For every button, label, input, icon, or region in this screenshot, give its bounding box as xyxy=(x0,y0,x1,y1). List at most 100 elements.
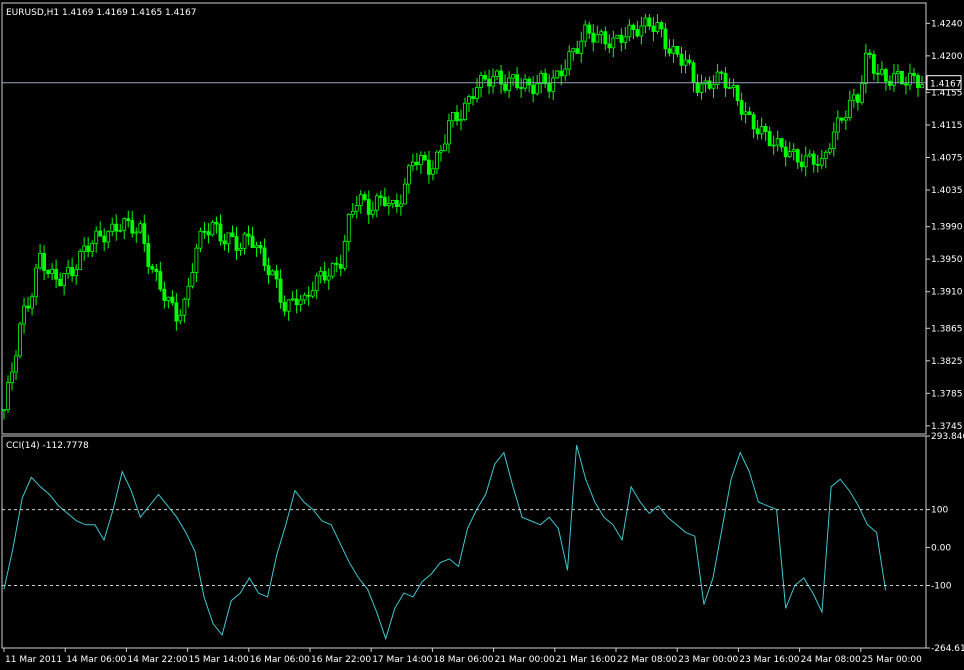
candle-body xyxy=(447,120,451,145)
candle-body xyxy=(210,221,215,236)
candle-body xyxy=(170,296,175,304)
candle-body xyxy=(394,199,399,207)
candle-body xyxy=(839,117,844,121)
candle-body xyxy=(435,151,439,170)
price-tick-label: 1.3910 xyxy=(931,288,963,298)
cci-tick-label: 100 xyxy=(931,506,948,516)
candle-body xyxy=(70,266,75,277)
cci-tick-label: -264.618 xyxy=(931,644,964,654)
candle-body xyxy=(286,299,291,312)
candle-body xyxy=(751,114,756,130)
candle-body xyxy=(775,138,780,146)
candle-body xyxy=(499,70,503,85)
candle-body xyxy=(62,273,67,287)
candle-body xyxy=(382,196,387,206)
candle-body xyxy=(559,70,564,77)
candle-body xyxy=(763,126,768,132)
candle-body xyxy=(390,199,395,204)
candle-body xyxy=(691,62,696,83)
chart-svg[interactable]: 1.42401.42001.41551.41151.40751.40351.39… xyxy=(0,0,964,666)
candle-body xyxy=(711,84,716,89)
candle-body xyxy=(338,264,343,269)
candle-body xyxy=(378,195,383,198)
candle-body xyxy=(114,223,119,232)
candle-body xyxy=(687,59,692,64)
candle-body xyxy=(475,87,479,99)
candle-body xyxy=(342,241,347,269)
candle-body xyxy=(146,243,151,267)
candle-body xyxy=(78,250,83,270)
candle-body xyxy=(527,78,532,86)
candle-body xyxy=(106,230,111,243)
candle-body xyxy=(575,48,580,54)
candle-body xyxy=(346,213,351,242)
candle-body xyxy=(723,72,728,89)
time-tick-label: 24 Mar 08:00 xyxy=(801,655,861,665)
candle-body xyxy=(358,194,363,206)
candle-body xyxy=(567,51,572,70)
candle-body xyxy=(880,69,884,75)
candle-body xyxy=(739,100,744,115)
price-tick-label: 1.4075 xyxy=(931,154,963,164)
time-tick-label: 25 Mar 00:00 xyxy=(862,655,922,665)
candle-body xyxy=(230,232,235,237)
candle-body xyxy=(222,240,227,245)
candle-body xyxy=(539,72,544,85)
candle-body xyxy=(603,31,608,45)
candle-body xyxy=(310,290,315,297)
candle-body xyxy=(719,71,724,74)
candle-body xyxy=(86,245,91,252)
candle-body xyxy=(855,94,860,103)
candle-body xyxy=(791,149,796,153)
candle-body xyxy=(900,70,904,85)
candle-body xyxy=(423,155,427,161)
candle-body xyxy=(607,43,612,49)
candle-body xyxy=(627,24,632,38)
candle-body xyxy=(884,69,888,82)
candle-body xyxy=(270,270,275,276)
candle-body xyxy=(896,70,900,75)
candle-body xyxy=(402,183,407,205)
price-tick-label: 1.3865 xyxy=(931,324,963,334)
time-tick-label: 23 Mar 16:00 xyxy=(739,655,799,665)
candle-body xyxy=(876,72,880,75)
candle-body xyxy=(459,119,463,122)
candle-body xyxy=(110,223,115,232)
cci-title: CCI(14) -112.7778 xyxy=(6,441,89,451)
candle-body xyxy=(74,269,79,277)
mt4-chart-window[interactable]: 1.4240 1.4200 1.4155 1.4115 1.4075 1.4035 1.39… xyxy=(0,0,964,666)
candle-body xyxy=(318,271,323,277)
candle-body xyxy=(22,305,26,325)
candle-body xyxy=(198,230,203,249)
candle-body xyxy=(154,268,159,272)
candle-body xyxy=(615,34,620,39)
candle-body xyxy=(218,223,223,242)
candle-body xyxy=(98,230,103,237)
candle-body xyxy=(543,72,548,85)
candle-body xyxy=(675,45,680,55)
candle-body xyxy=(274,270,279,280)
candle-body xyxy=(206,231,211,236)
candle-body xyxy=(322,271,327,281)
candle-body xyxy=(783,146,788,158)
candle-body xyxy=(920,84,924,89)
candle-body xyxy=(298,299,303,306)
candle-body xyxy=(130,220,135,234)
candle-body xyxy=(823,151,828,159)
candle-body xyxy=(431,168,435,175)
candle-body xyxy=(523,78,528,89)
candle-body xyxy=(202,230,207,233)
candle-body xyxy=(138,223,143,233)
candle-body xyxy=(226,232,231,245)
candle-body xyxy=(799,161,804,168)
candle-body xyxy=(643,17,648,27)
candle-body xyxy=(511,74,516,79)
candle-body xyxy=(759,126,764,135)
candle-body xyxy=(815,163,820,166)
candle-body xyxy=(214,221,219,225)
candle-body xyxy=(912,72,916,76)
candle-body xyxy=(42,253,46,271)
candle-body xyxy=(262,247,267,267)
candle-body xyxy=(102,235,107,243)
candle-body xyxy=(386,203,391,206)
